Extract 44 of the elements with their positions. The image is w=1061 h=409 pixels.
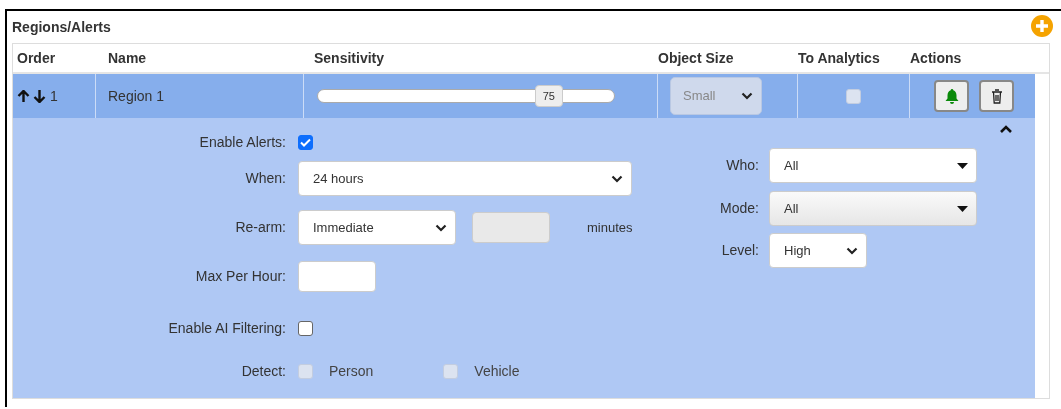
arrow-down-icon[interactable]: [33, 89, 46, 103]
units-label: minutes: [587, 218, 633, 237]
trash-icon: [990, 88, 1003, 104]
field-label: Enable Alerts:: [199, 134, 286, 150]
arrow-up-icon[interactable]: [17, 89, 30, 103]
column-header: Order: [17, 49, 56, 66]
add-icon[interactable]: [1031, 15, 1053, 37]
rearm-select[interactable]: Immediate: [298, 210, 456, 245]
option-label: Vehicle: [474, 362, 520, 381]
max-per-hour-field[interactable]: [298, 261, 376, 292]
mode-select[interactable]: All: [769, 191, 977, 226]
order-number: 1: [50, 86, 58, 106]
field-label: Re-arm:: [235, 219, 286, 235]
section-title: Regions/Alerts: [12, 18, 111, 37]
caret-icon: [957, 162, 968, 169]
column-header: Actions: [910, 49, 962, 66]
field-label: Level:: [721, 242, 759, 258]
field-label: Enable AI Filtering:: [168, 320, 286, 336]
column-header: To Analytics: [798, 49, 880, 66]
chevron-down-icon: [435, 223, 447, 232]
field-label: When:: [245, 170, 286, 186]
region-name: Region 1: [108, 86, 165, 106]
level-select[interactable]: High: [769, 233, 867, 268]
slider-thumb[interactable]: 75: [534, 85, 563, 107]
column-header: Object Size: [658, 49, 734, 66]
field-label: Mode:: [720, 200, 759, 216]
when-select[interactable]: 24 hours: [298, 161, 632, 196]
field-label: Max Per Hour:: [195, 268, 286, 284]
checkbox[interactable]: [298, 321, 313, 336]
column-header: Name: [108, 49, 147, 66]
alert-button[interactable]: [934, 80, 969, 112]
chevron-down-icon: [741, 92, 753, 100]
field-label: Who:: [726, 157, 759, 173]
delete-button[interactable]: [979, 80, 1014, 112]
chevron-down-icon: [611, 174, 623, 183]
column-header: Sensitivity: [314, 49, 385, 66]
chevron-down-icon: [846, 246, 858, 255]
caret-icon: [957, 205, 968, 212]
option-label: Person: [329, 362, 374, 381]
who-select[interactable]: All: [769, 148, 977, 183]
bell-icon: [944, 88, 959, 104]
field-label: Detect:: [241, 363, 286, 379]
checkbox[interactable]: [298, 135, 313, 150]
collapse-icon[interactable]: [999, 124, 1013, 134]
